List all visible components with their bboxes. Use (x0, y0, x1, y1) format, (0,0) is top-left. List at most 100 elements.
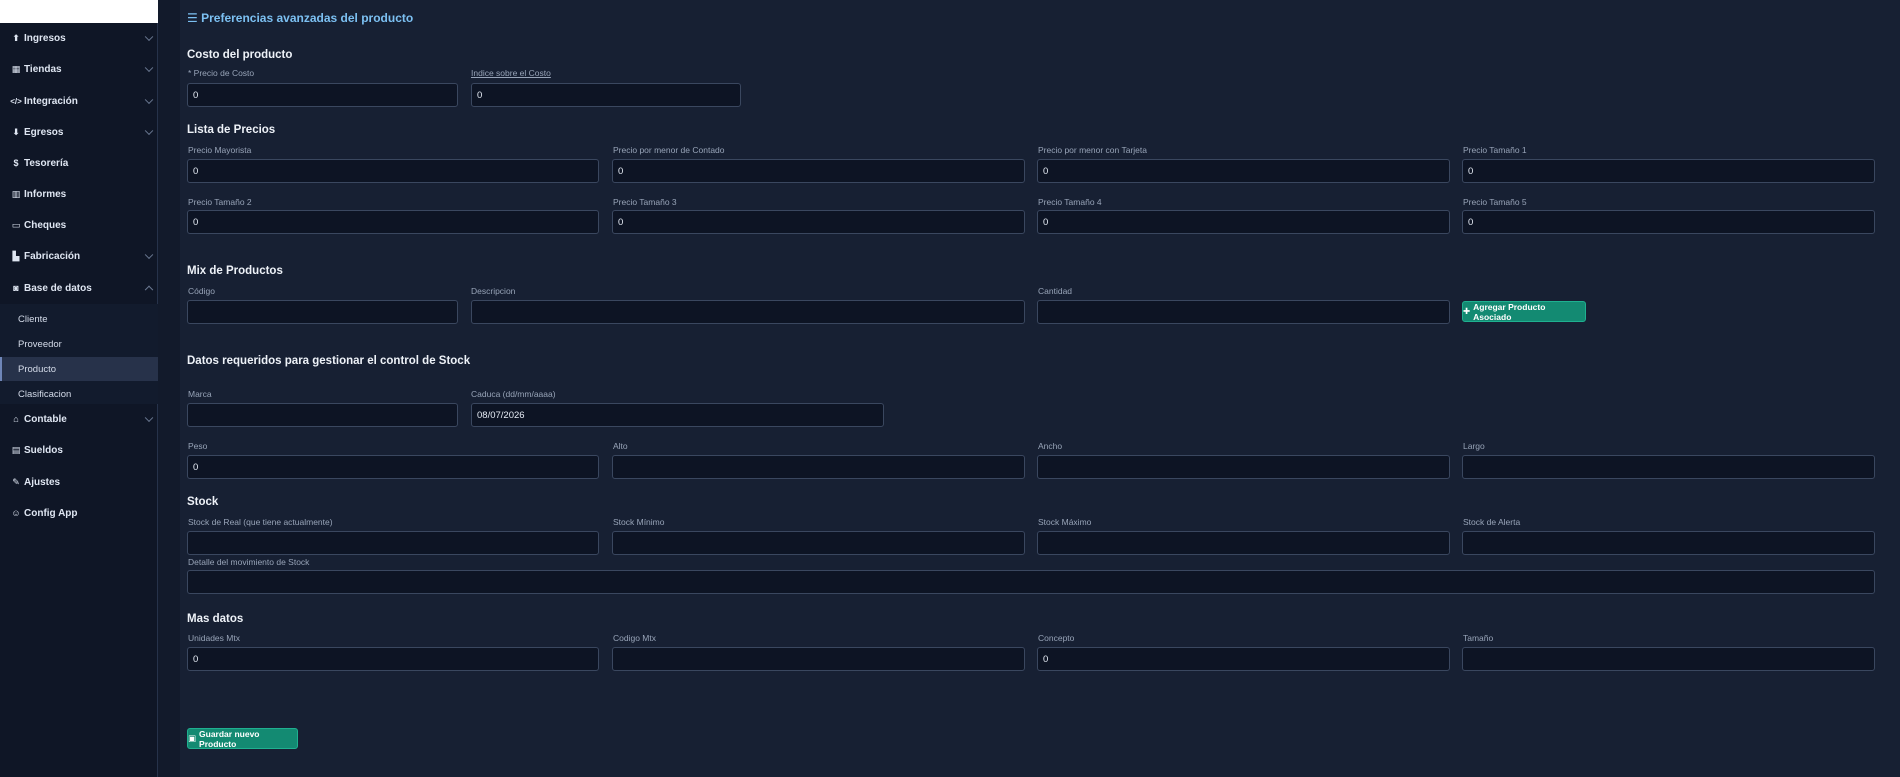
submenu-item-clasificacion[interactable]: Clasificacion (0, 382, 158, 406)
precio-tamano-2-label: Precio Tamaño 2 (188, 197, 252, 207)
marca-label: Marca (188, 389, 212, 399)
save-icon: ▣ (188, 733, 197, 743)
stock-maximo-input[interactable] (1037, 531, 1450, 555)
sidebar-item-label: Ingresos (24, 32, 66, 44)
precio-tamano-1-label: Precio Tamaño 1 (1463, 145, 1527, 155)
mix-cantidad-label: Cantidad (1038, 286, 1073, 296)
concepto-label: Concepto (1038, 633, 1075, 643)
submenu-item-proveedor[interactable]: Proveedor (0, 332, 158, 356)
factory-icon: ▙ (12, 250, 20, 261)
mix-cantidad-input[interactable] (1037, 300, 1450, 324)
precio-tamano-5-input[interactable]: 0 (1462, 210, 1875, 234)
precio-costo-input[interactable]: 0 (187, 83, 458, 107)
sidebar-item-label: Base de datos (24, 282, 92, 294)
sidebar-item-base-de-datos[interactable]: ◙ Base de datos (0, 273, 158, 303)
stock-alerta-input[interactable] (1462, 531, 1875, 555)
sidebar-item-ingresos[interactable]: ⬆ Ingresos (0, 23, 158, 53)
sidebar-item-label: Cheques (24, 219, 67, 231)
sidebar-item-cheques[interactable]: ▭ Cheques (0, 210, 158, 240)
largo-input[interactable] (1462, 455, 1875, 479)
book-icon: ▤ (11, 444, 21, 455)
sidebar-item-label: Config App (24, 507, 78, 519)
bank-icon: ⌂ (13, 414, 19, 424)
precio-mayorista-input[interactable]: 0 (187, 159, 599, 183)
peso-label: Peso (188, 441, 208, 451)
alto-label: Alto (613, 441, 628, 451)
chevron-down-icon (144, 413, 154, 423)
sidebar-item-tesoreria[interactable]: $ Tesorería (0, 148, 158, 178)
download-icon: ⬇ (12, 126, 20, 137)
submenu-item-cliente[interactable]: Cliente (0, 307, 158, 331)
sidebar-item-informes[interactable]: ▥ Informes (0, 179, 158, 209)
sidebar-item-label: Sueldos (24, 444, 63, 456)
sliders-icon: ☰ (187, 11, 198, 25)
upload-icon: ⬆ (12, 32, 20, 43)
precio-tamano-4-label: Precio Tamaño 4 (1038, 197, 1102, 207)
stock-minimo-input[interactable] (612, 531, 1025, 555)
chevron-down-icon (144, 63, 154, 73)
submenu-item-producto[interactable]: Producto (0, 357, 158, 381)
ancho-label: Ancho (1038, 441, 1063, 451)
sidebar-item-contable[interactable]: ⌂ Contable (0, 404, 158, 434)
chart-icon: ▥ (11, 188, 21, 199)
caduca-date-input[interactable]: 08/07/2026 (471, 403, 884, 427)
stock-real-input[interactable] (187, 531, 599, 555)
sidebar-item-sueldos[interactable]: ▤ Sueldos (0, 435, 158, 465)
sidebar-item-integracion[interactable]: </> Integración (0, 86, 158, 116)
add-associated-product-label: Agregar Producto Asociado (1473, 301, 1546, 322)
wrench-icon: ✎ (12, 476, 20, 487)
stock-alerta-label: Stock de Alerta (1463, 517, 1521, 527)
sidebar-item-tiendas[interactable]: ▦ Tiendas (0, 54, 158, 84)
robot-icon: ☺ (11, 508, 21, 518)
sidebar-item-egresos[interactable]: ⬇ Egresos (0, 117, 158, 147)
ancho-input[interactable] (1037, 455, 1450, 479)
peso-input[interactable]: 0 (187, 455, 599, 479)
codigo-mtx-label: Codigo Mtx (613, 633, 656, 643)
sidebar-item-fabricacion[interactable]: ▙ Fabricación (0, 241, 158, 271)
precio-contado-input[interactable]: 0 (612, 159, 1025, 183)
precio-tarjeta-input[interactable]: 0 (1037, 159, 1450, 183)
section-stock-title: Stock (187, 496, 219, 508)
tamano-input[interactable] (1462, 647, 1875, 671)
sidebar-item-ajustes[interactable]: ✎ Ajustes (0, 467, 158, 497)
mix-codigo-input[interactable] (187, 300, 458, 324)
detalle-stock-input[interactable] (187, 570, 1875, 594)
sidebar-item-label: Informes (24, 188, 67, 200)
page-title: ☰ Preferencias avanzadas del producto (187, 11, 413, 25)
sidebar: ⬆ Ingresos ▦ Tiendas </> Integración ⬇ E… (0, 0, 158, 777)
sidebar-item-label: Integración (24, 95, 78, 107)
sidebar-item-label: Ajustes (24, 476, 61, 488)
concepto-input[interactable]: 0 (1037, 647, 1450, 671)
indice-costo-input[interactable]: 0 (471, 83, 741, 107)
codigo-mtx-input[interactable] (612, 647, 1025, 671)
sidebar-item-label: Egresos (24, 126, 64, 138)
tamano-label: Tamaño (1463, 633, 1494, 643)
mix-descripcion-input[interactable] (471, 300, 1025, 324)
precio-tamano-1-input[interactable]: 0 (1462, 159, 1875, 183)
submenu-base-de-datos: Cliente Proveedor Producto Clasificacion (0, 304, 158, 404)
section-mas-datos-title: Mas datos (187, 613, 244, 625)
stock-minimo-label: Stock Mínimo (613, 517, 665, 527)
sidebar-item-label: Tiendas (24, 63, 62, 75)
marca-input[interactable] (187, 403, 458, 427)
sidebar-item-config-app[interactable]: ☺ Config App (0, 498, 158, 528)
precio-tamano-3-label: Precio Tamaño 3 (613, 197, 677, 207)
section-costo-title: Costo del producto (187, 49, 293, 61)
mix-descripcion-label: Descripcion (471, 286, 516, 296)
unidades-mtx-label: Unidades Mtx (188, 633, 240, 643)
add-associated-product-button[interactable]: ✚ Agregar Producto Asociado (1462, 301, 1586, 322)
page-title-text: Preferencias avanzadas del producto (201, 11, 414, 25)
precio-tamano-2-input[interactable]: 0 (187, 210, 599, 234)
logo (0, 0, 158, 23)
precio-costo-label: * Precio de Costo (188, 68, 255, 78)
code-icon: </> (10, 96, 22, 106)
precio-tarjeta-label: Precio por menor con Tarjeta (1038, 145, 1147, 155)
alto-input[interactable] (612, 455, 1025, 479)
precio-tamano-3-input[interactable]: 0 (612, 210, 1025, 234)
unidades-mtx-input[interactable]: 0 (187, 647, 599, 671)
save-product-button[interactable]: ▣ Guardar nuevo Producto (187, 728, 298, 749)
card-icon: ▭ (11, 219, 21, 230)
sidebar-item-label: Contable (24, 413, 67, 425)
precio-tamano-4-input[interactable]: 0 (1037, 210, 1450, 234)
chevron-down-icon (144, 126, 154, 136)
